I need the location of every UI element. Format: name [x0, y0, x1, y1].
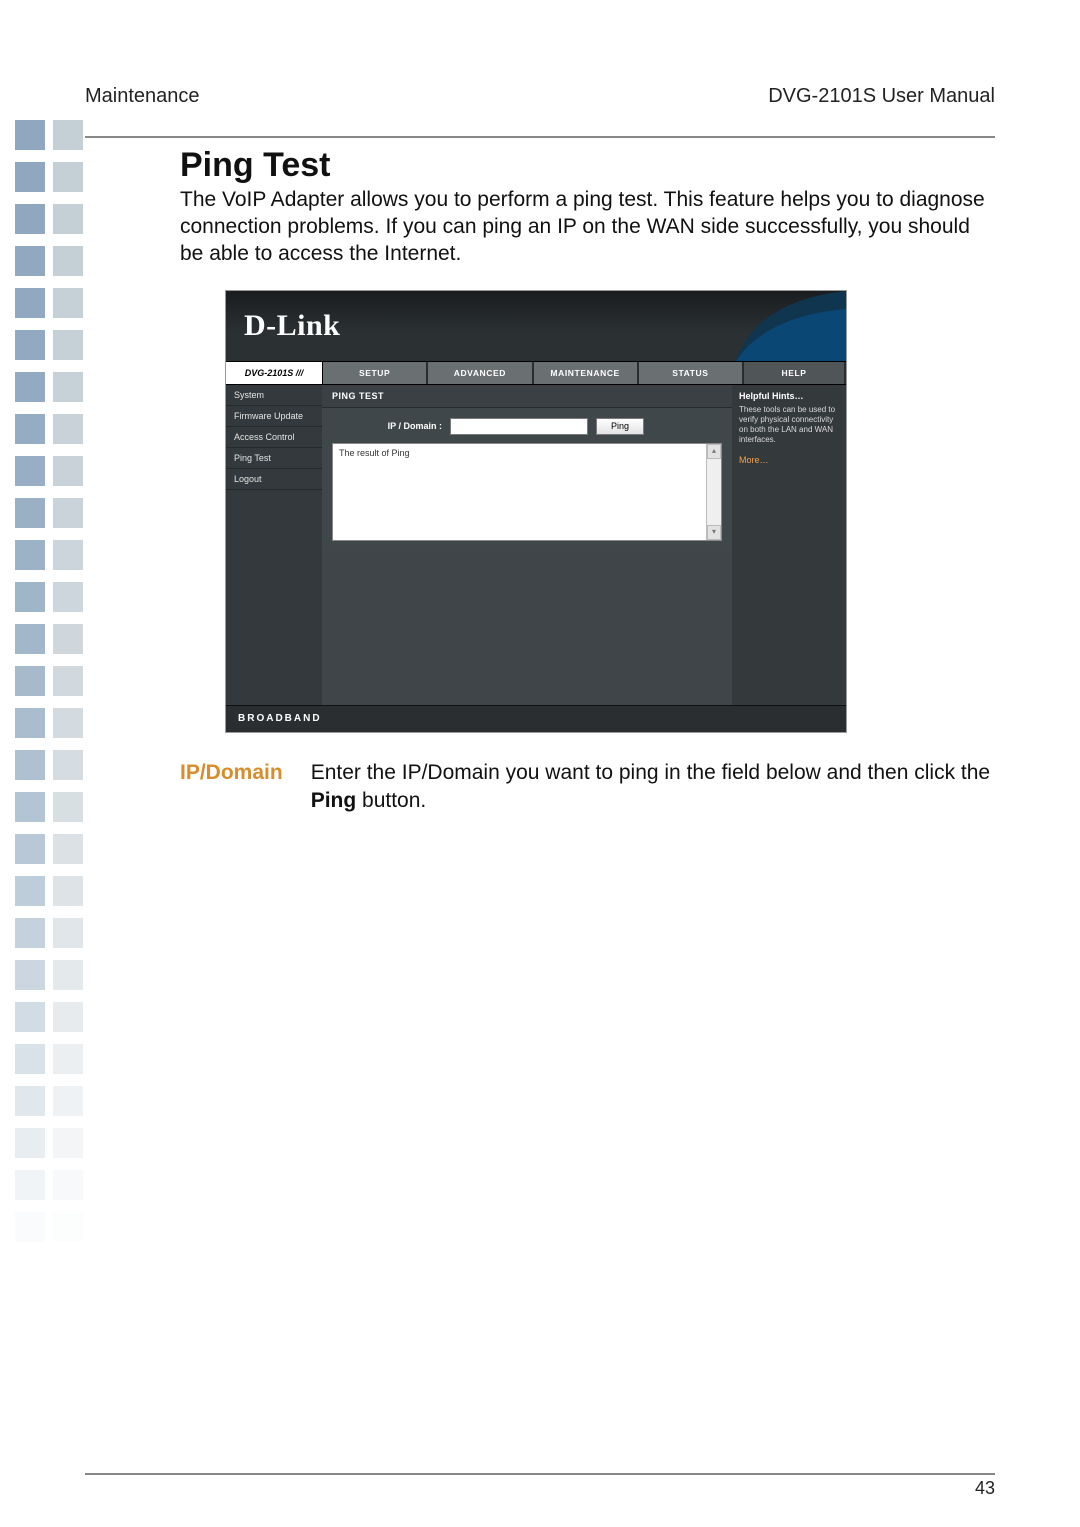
sidebar-item-access[interactable]: Access Control	[226, 427, 322, 448]
ping-result-box: The result of Ping ▴ ▾	[332, 443, 722, 541]
dlink-logo: D-Link	[244, 309, 340, 343]
intro-paragraph: The VoIP Adapter allows you to perform a…	[180, 187, 995, 268]
sidebar-item-logout[interactable]: Logout	[226, 469, 322, 490]
page-number: 43	[975, 1478, 995, 1499]
sidebar-item-system[interactable]: System	[226, 385, 322, 406]
model-badge: DVG-2101S ///	[226, 362, 323, 384]
definition-term: IP/Domain	[180, 759, 283, 816]
help-hints-title: Helpful Hints…	[739, 391, 839, 401]
definition-row: IP/Domain Enter the IP/Domain you want t…	[180, 759, 995, 816]
panel-title: PING TEST	[322, 385, 732, 408]
definition-text: Enter the IP/Domain you want to ping in …	[311, 759, 995, 816]
sidebar-item-firmware[interactable]: Firmware Update	[226, 406, 322, 427]
ip-domain-input[interactable]	[450, 418, 588, 435]
header-right: DVG-2101S User Manual	[768, 85, 995, 108]
tab-setup[interactable]: SETUP	[323, 362, 428, 384]
sidebar: System Firmware Update Access Control Pi…	[226, 385, 322, 705]
tab-advanced[interactable]: ADVANCED	[428, 362, 533, 384]
help-hints-text: These tools can be used to verify physic…	[739, 405, 839, 445]
router-banner: D-Link	[226, 291, 846, 361]
header-left: Maintenance	[85, 85, 200, 108]
footer-rule	[85, 1473, 995, 1475]
sidebar-item-pingtest[interactable]: Ping Test	[226, 448, 322, 469]
tab-help[interactable]: HELP	[744, 362, 846, 384]
header-rule	[85, 136, 995, 138]
help-more-link[interactable]: More…	[739, 455, 839, 465]
tab-row: DVG-2101S /// SETUP ADVANCED MAINTENANCE…	[226, 361, 846, 385]
scroll-up-icon[interactable]: ▴	[707, 444, 721, 459]
page-title: Ping Test	[180, 146, 995, 185]
tab-status[interactable]: STATUS	[639, 362, 744, 384]
banner-swoosh	[736, 291, 846, 361]
ping-result-text: The result of Ping	[339, 448, 410, 458]
help-column: Helpful Hints… These tools can be used t…	[732, 385, 846, 705]
result-scrollbar[interactable]: ▴ ▾	[706, 444, 721, 540]
tab-maintenance[interactable]: MAINTENANCE	[534, 362, 639, 384]
router-footer: BROADBAND	[226, 705, 846, 732]
scroll-down-icon[interactable]: ▾	[707, 525, 721, 540]
decorative-squares	[15, 120, 87, 1254]
main-panel: PING TEST IP / Domain : Ping The result …	[322, 385, 732, 705]
router-screenshot: D-Link DVG-2101S /// SETUP ADVANCED MAIN…	[225, 290, 847, 733]
ping-button[interactable]: Ping	[596, 418, 644, 435]
ip-domain-label: IP / Domain :	[332, 421, 442, 431]
